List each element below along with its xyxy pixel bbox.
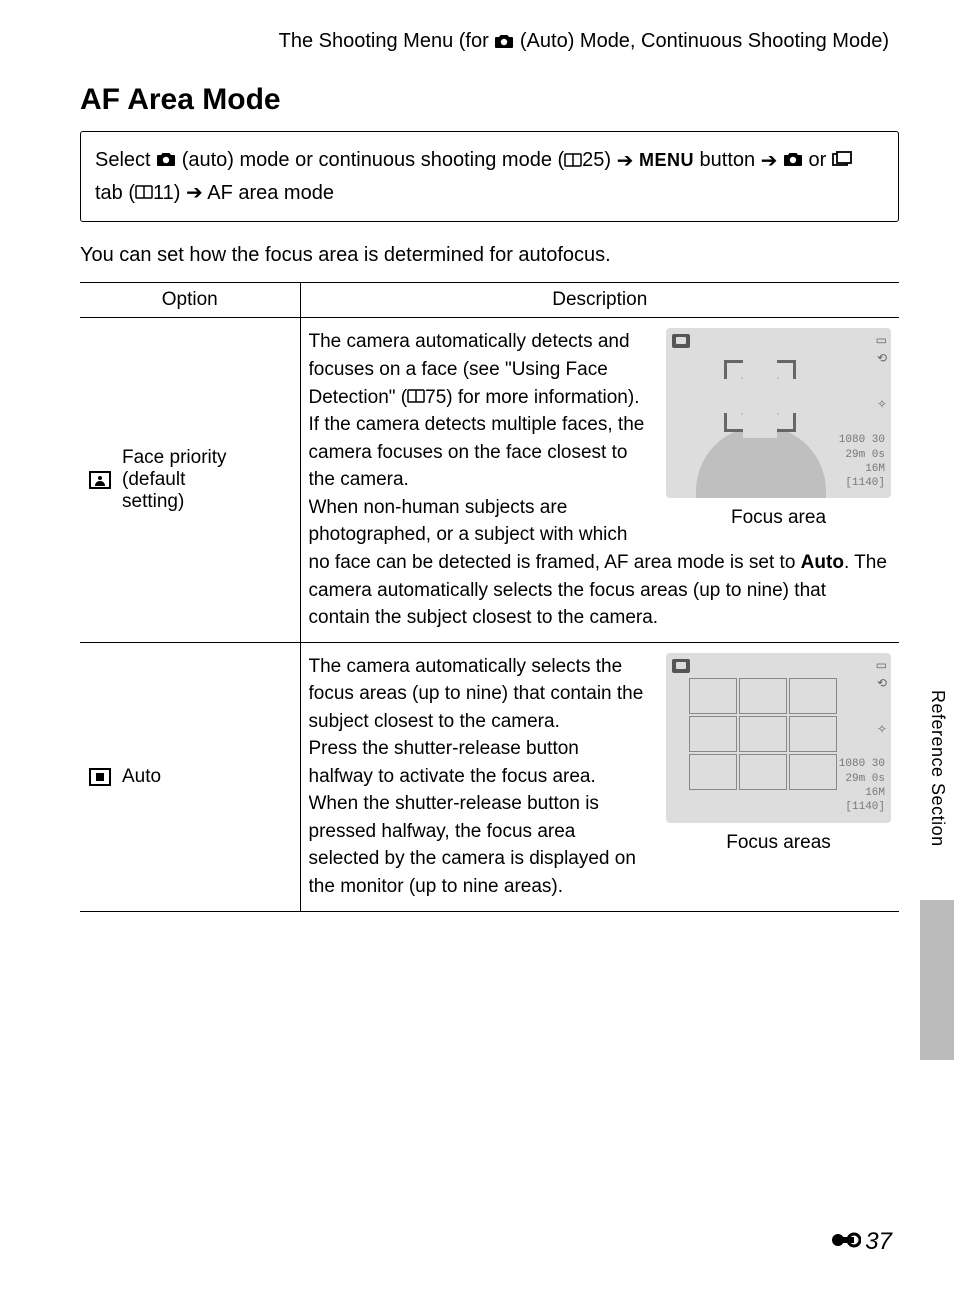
- page-number: 37: [831, 1228, 892, 1256]
- header-mode-label: (Auto) Mode, Continuous Shooting Mode): [514, 30, 889, 52]
- screen-caption: Focus areas: [666, 829, 891, 857]
- status-icons: ▭ ⟲ ✧: [876, 659, 887, 735]
- page-ref-icon: [135, 177, 153, 209]
- column-header-description: Description: [300, 283, 899, 318]
- table-row: Face priority (default setting) ▭: [80, 318, 899, 642]
- side-thumb-tab: [920, 900, 954, 1060]
- example-screen: ▭ ⟲ ✧ 1080 30: [666, 653, 891, 857]
- lcd-readouts: 1080 30 29m 0s 16M [1140]: [839, 433, 885, 490]
- mode-indicator-icon: [672, 334, 690, 348]
- camera-icon: [783, 145, 803, 177]
- page-ref-icon: [407, 384, 425, 412]
- page-header: The Shooting Menu (for (Auto) Mode, Cont…: [80, 30, 899, 55]
- intro-text: You can set how the focus area is determ…: [80, 240, 899, 270]
- reference-link-icon: [831, 1228, 861, 1256]
- menu-button-label: MENU: [639, 150, 694, 170]
- camera-icon: [156, 145, 176, 177]
- lcd-preview: ▭ ⟲ ✧ 1080 30 29m 0s 16M: [666, 328, 891, 498]
- navigation-path-box: Select (auto) mode or continuous shootin…: [80, 131, 899, 222]
- battery-icon: ▭: [876, 334, 887, 346]
- example-screen: ▭ ⟲ ✧ 1080 30 29m 0s 16M: [666, 328, 891, 532]
- camera-icon: [494, 32, 514, 55]
- af-mode-table: Option Description Face priority (defaul…: [80, 282, 899, 911]
- page-ref-icon: [564, 145, 582, 177]
- focus-frame: [724, 360, 796, 432]
- side-section-label: Reference Section: [927, 690, 948, 847]
- arrow-right-icon: ➔: [761, 145, 778, 177]
- vr-icon: ✧: [877, 398, 887, 410]
- face-priority-icon: [88, 470, 112, 490]
- option-label: Auto: [122, 766, 161, 788]
- vr-icon: ✧: [877, 723, 887, 735]
- mode-indicator-icon: [672, 659, 690, 673]
- column-header-option: Option: [80, 283, 300, 318]
- nine-area-grid: [688, 677, 838, 791]
- af-icon: ⟲: [877, 677, 887, 689]
- lcd-preview: ▭ ⟲ ✧ 1080 30: [666, 653, 891, 823]
- section-title: AF Area Mode: [80, 83, 899, 117]
- status-icons: ▭ ⟲ ✧: [876, 334, 887, 410]
- screen-caption: Focus area: [666, 504, 891, 532]
- af-icon: ⟲: [877, 352, 887, 364]
- lcd-readouts: 1080 30 29m 0s 16M [1140]: [839, 757, 885, 814]
- header-prefix: The Shooting Menu (for: [279, 30, 495, 52]
- option-label: Face priority (default setting): [122, 447, 227, 513]
- auto-area-icon: [88, 768, 112, 786]
- arrow-right-icon: ➔: [617, 145, 634, 177]
- battery-icon: ▭: [876, 659, 887, 671]
- continuous-mode-icon: [832, 145, 852, 177]
- table-row: Auto ▭ ⟲ ✧: [80, 642, 899, 911]
- arrow-right-icon: ➔: [186, 177, 203, 209]
